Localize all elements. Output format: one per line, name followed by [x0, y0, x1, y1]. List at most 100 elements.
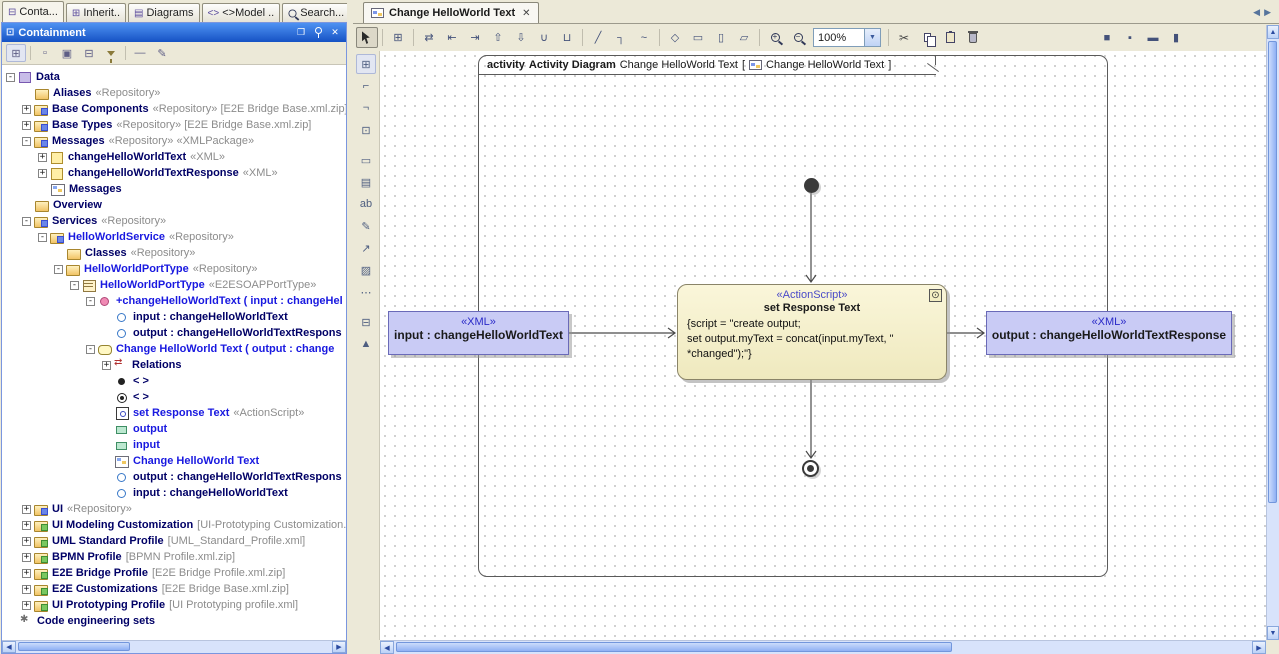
- insert-column-before-tool[interactable]: ⇤: [441, 27, 463, 48]
- canvas-scroll-right-button[interactable]: ▶: [1252, 641, 1266, 654]
- split-cells-tool[interactable]: ⊔: [556, 27, 578, 48]
- scroll-right-button[interactable]: ▶: [332, 641, 346, 653]
- canvas-vscroll-track[interactable]: [1267, 39, 1279, 626]
- show-columns-button[interactable]: ⊟: [79, 44, 99, 62]
- tree-item[interactable]: Overview: [2, 197, 346, 213]
- tree-item[interactable]: -HelloWorldPortType«E2ESOAPPortType»: [2, 277, 346, 293]
- initial-node[interactable]: [804, 178, 819, 193]
- make-same-height-button[interactable]: ▪: [1119, 27, 1141, 48]
- canvas-hscroll-thumb[interactable]: [396, 642, 952, 652]
- action-node-set-response-text[interactable]: ⊙ «ActionScript» set Response Text {scri…: [677, 284, 947, 380]
- tree-item[interactable]: +changeHelloWorldText«XML»: [2, 149, 346, 165]
- containment-link-tool[interactable]: ▯: [710, 27, 732, 48]
- tree-item[interactable]: -Services«Repository»: [2, 213, 346, 229]
- palette-magnet-tool[interactable]: ⌐: [356, 76, 376, 96]
- palette-note-tool[interactable]: ▤: [356, 172, 376, 192]
- palette-image-tool[interactable]: ▨: [356, 260, 376, 280]
- scroll-track[interactable]: [16, 641, 332, 653]
- tree-item[interactable]: < >: [2, 389, 346, 405]
- delete-button[interactable]: [962, 27, 984, 48]
- tree-item[interactable]: +Base Components«Repository» [E2E Bridge…: [2, 101, 346, 117]
- control-flow-action-to-final[interactable]: [806, 380, 816, 458]
- tree-item[interactable]: +UML Standard Profile[UML_Standard_Profi…: [2, 533, 346, 549]
- palette-lock-tool[interactable]: ⊡: [356, 120, 376, 140]
- canvas-vscrollbar[interactable]: ▲ ▼: [1266, 25, 1279, 640]
- image-shape-tool[interactable]: ▱: [733, 27, 755, 48]
- close-panel-button[interactable]: ✕: [328, 26, 342, 39]
- collapse-icon[interactable]: -: [22, 217, 31, 226]
- canvas-scroll-left-button[interactable]: ◀: [380, 641, 394, 654]
- left-tab-search[interactable]: Search...: [282, 3, 350, 22]
- tree-item[interactable]: set Response Text«ActionScript»: [2, 405, 346, 421]
- minimize-button[interactable]: —: [130, 44, 150, 62]
- expand-icon[interactable]: +: [38, 169, 47, 178]
- copy-button[interactable]: [916, 27, 938, 48]
- float-panel-button[interactable]: ❐: [294, 26, 308, 39]
- tree-item[interactable]: +E2E Bridge Profile[E2E Bridge Profile.x…: [2, 565, 346, 581]
- collapse-icon[interactable]: -: [86, 297, 95, 306]
- edit-button[interactable]: ✎: [152, 44, 172, 62]
- object-flow-action-to-output[interactable]: [947, 328, 984, 338]
- tab-change-helloworld-text[interactable]: Change HelloWorld Text ✕: [363, 2, 539, 23]
- expand-icon[interactable]: +: [102, 361, 111, 370]
- tree-item[interactable]: Classes«Repository»: [2, 245, 346, 261]
- object-node-output[interactable]: «XML» output : changeHelloWorldTextRespo…: [986, 311, 1232, 355]
- tree-item[interactable]: -Messages«Repository» «XMLPackage»: [2, 133, 346, 149]
- palette-package-tool[interactable]: ▭: [356, 150, 376, 170]
- merge-cells-tool[interactable]: ∪: [533, 27, 555, 48]
- canvas-vscroll-thumb[interactable]: [1268, 41, 1277, 503]
- zoom-level-combo[interactable]: 100%▼: [813, 28, 881, 47]
- tree-item[interactable]: -HelloWorldPortType«Repository»: [2, 261, 346, 277]
- object-flow-input-to-action[interactable]: [569, 328, 675, 338]
- control-flow-initial-to-action[interactable]: [806, 193, 816, 282]
- structure-map-button[interactable]: ⊞: [6, 44, 26, 62]
- cut-button[interactable]: ✂: [893, 27, 915, 48]
- canvas-hscrollbar[interactable]: ◀ ▶: [380, 640, 1266, 654]
- bezier-path-tool[interactable]: ~: [633, 27, 655, 48]
- palette-containment-tool[interactable]: ⊟: [356, 312, 376, 332]
- tree-item[interactable]: +changeHelloWorldTextResponse«XML»: [2, 165, 346, 181]
- zoom-in-button[interactable]: [764, 27, 786, 48]
- note-anchor-tool[interactable]: ▭: [687, 27, 709, 48]
- scroll-left-button[interactable]: ◀: [2, 641, 16, 653]
- insert-row-after-tool[interactable]: ⇩: [510, 27, 532, 48]
- zoom-out-button[interactable]: [787, 27, 809, 48]
- left-tab-containment[interactable]: ⊟Conta...: [2, 1, 64, 22]
- tree-item[interactable]: Change HelloWorld Text: [2, 453, 346, 469]
- expand-icon[interactable]: +: [22, 105, 31, 114]
- tree-item[interactable]: -+changeHelloWorldText ( input : changeH…: [2, 293, 346, 309]
- left-tab-diagrams[interactable]: ▤Diagrams: [128, 3, 200, 22]
- tree-item[interactable]: output : changeHelloWorldTextRespons: [2, 469, 346, 485]
- dependency-tool[interactable]: ◇: [664, 27, 686, 48]
- insert-row-before-tool[interactable]: ⇧: [487, 27, 509, 48]
- expand-icon[interactable]: +: [22, 521, 31, 530]
- tree-item[interactable]: Aliases«Repository»: [2, 85, 346, 101]
- tree-item[interactable]: -Data: [2, 69, 346, 85]
- tree-item[interactable]: Code engineering sets: [2, 613, 346, 629]
- tree-item[interactable]: input : changeHelloWorldText: [2, 309, 346, 325]
- expand-icon[interactable]: +: [22, 601, 31, 610]
- close-tab-icon[interactable]: ✕: [522, 8, 530, 19]
- expand-icon[interactable]: +: [22, 537, 31, 546]
- tree-item[interactable]: Messages: [2, 181, 346, 197]
- expand-icon[interactable]: +: [22, 585, 31, 594]
- palette-pen-tool[interactable]: ✎: [356, 216, 376, 236]
- object-node-input[interactable]: «XML» input : changeHelloWorldText: [388, 311, 569, 355]
- expand-icon[interactable]: +: [22, 121, 31, 130]
- zoom-dropdown-arrow[interactable]: ▼: [865, 28, 881, 47]
- pin-panel-button[interactable]: [311, 26, 325, 39]
- distribute-tool[interactable]: ⇄: [418, 27, 440, 48]
- oblique-path-tool[interactable]: ╱: [587, 27, 609, 48]
- rectilinear-path-tool[interactable]: ┐: [610, 27, 632, 48]
- make-same-width-button[interactable]: ■: [1096, 27, 1118, 48]
- containment-hscrollbar[interactable]: ◀ ▶: [2, 640, 346, 653]
- align-vertical-button[interactable]: ▮: [1165, 27, 1187, 48]
- tree-item[interactable]: +Relations: [2, 357, 346, 373]
- tree-item[interactable]: -Change HelloWorld Text ( output : chang…: [2, 341, 346, 357]
- tree-item[interactable]: +UI Modeling Customization[UI-Prototypin…: [2, 517, 346, 533]
- collapse-icon[interactable]: -: [70, 281, 79, 290]
- collapse-icon[interactable]: -: [86, 345, 95, 354]
- tree-item[interactable]: input : changeHelloWorldText: [2, 485, 346, 501]
- expand-icon[interactable]: +: [38, 153, 47, 162]
- tree-item[interactable]: +Base Types«Repository» [E2E Bridge Base…: [2, 117, 346, 133]
